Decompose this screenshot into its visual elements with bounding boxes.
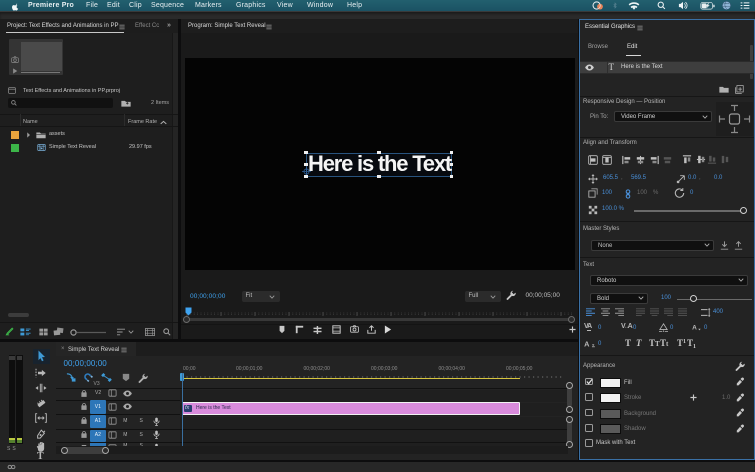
svg-text:A: A — [584, 339, 590, 348]
svg-text:A: A — [692, 325, 697, 332]
